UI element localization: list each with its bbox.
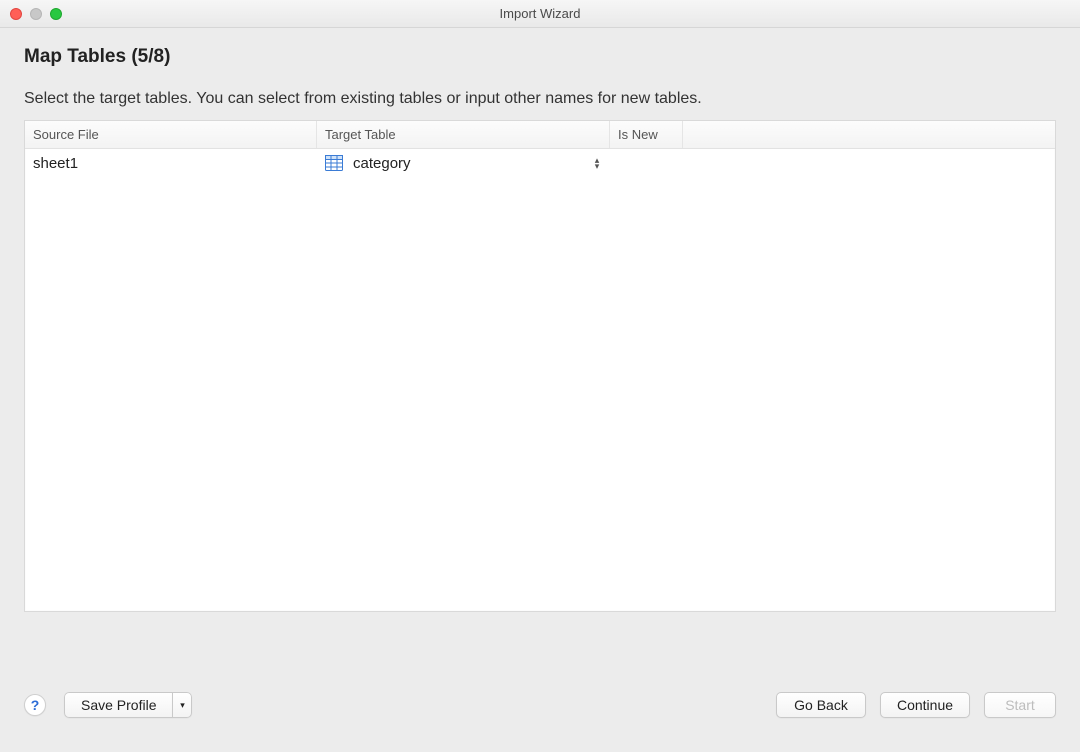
cell-isnew[interactable]: [610, 149, 683, 177]
save-profile-dropdown[interactable]: ▾: [172, 692, 192, 718]
window-controls: [10, 8, 62, 20]
footer-right: Go Back Continue Start: [776, 692, 1056, 718]
window-title: Import Wizard: [0, 6, 1080, 21]
save-profile-button[interactable]: Save Profile: [64, 692, 172, 718]
maximize-icon[interactable]: [50, 8, 62, 20]
instruction-text: Select the target tables. You can select…: [24, 90, 1056, 108]
header-empty: [683, 121, 1055, 148]
continue-label: Continue: [897, 697, 953, 713]
start-label: Start: [1005, 697, 1035, 713]
cell-target[interactable]: category ▴▾: [317, 149, 610, 177]
cell-target-value: category: [353, 155, 411, 172]
help-button[interactable]: ?: [24, 694, 46, 716]
header-target[interactable]: Target Table: [317, 121, 610, 148]
footer: ? Save Profile ▾ Go Back Continue Start: [0, 676, 1080, 752]
titlebar: Import Wizard: [0, 0, 1080, 28]
table-icon: [325, 155, 343, 171]
header-isnew[interactable]: Is New: [610, 121, 683, 148]
header-source[interactable]: Source File: [25, 121, 317, 148]
step-title: Map Tables (5/8): [24, 46, 1056, 68]
table-body: sheet1 cat: [25, 149, 1055, 611]
table-row[interactable]: sheet1 cat: [25, 149, 1055, 177]
chevron-down-icon: ▾: [180, 700, 185, 711]
stepper-icon[interactable]: ▴▾: [592, 156, 602, 170]
cell-empty: [683, 149, 1055, 177]
close-icon[interactable]: [10, 8, 22, 20]
save-profile-split: Save Profile ▾: [64, 692, 192, 718]
help-icon: ?: [31, 697, 40, 713]
mapping-table: Source File Target Table Is New sheet1: [24, 120, 1056, 612]
wizard-content: Map Tables (5/8) Select the target table…: [0, 28, 1080, 612]
save-profile-label: Save Profile: [81, 697, 156, 713]
go-back-button[interactable]: Go Back: [776, 692, 866, 718]
start-button: Start: [984, 692, 1056, 718]
cell-source[interactable]: sheet1: [25, 149, 317, 177]
continue-button[interactable]: Continue: [880, 692, 970, 718]
minimize-icon[interactable]: [30, 8, 42, 20]
table-header-row: Source File Target Table Is New: [25, 121, 1055, 149]
go-back-label: Go Back: [794, 697, 848, 713]
